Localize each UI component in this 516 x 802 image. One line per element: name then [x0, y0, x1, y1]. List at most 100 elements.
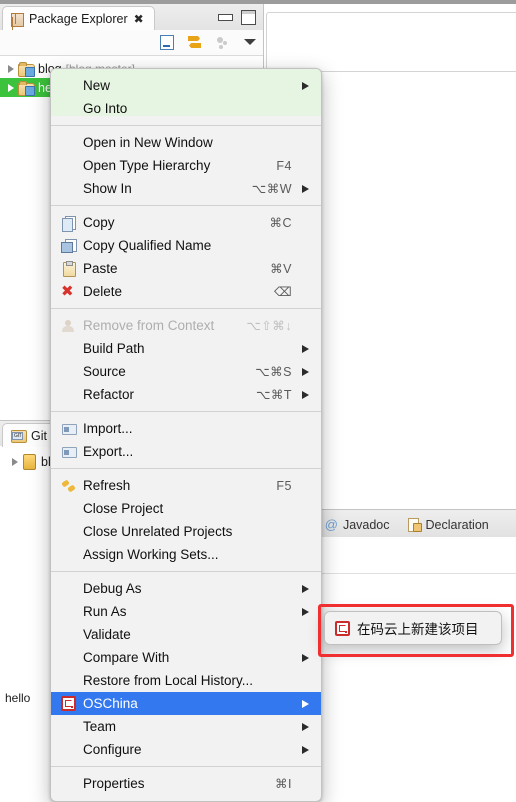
submenu-arrow-icon: [302, 344, 309, 353]
menu-item-label: Delete: [83, 284, 123, 299]
chevron-right-icon[interactable]: [12, 458, 18, 466]
maximize-icon[interactable]: [240, 9, 256, 25]
menu-item-new[interactable]: New: [51, 74, 321, 97]
menu-item-icon-placeholder: [61, 78, 81, 94]
menu-item-delete[interactable]: ✖ Delete ⌫: [51, 280, 321, 303]
submenu-arrow-icon: [302, 184, 309, 193]
menu-item-icon-placeholder: [61, 101, 81, 117]
menu-item-debug-as[interactable]: Debug As: [51, 577, 321, 600]
menu-item-properties[interactable]: Properties ⌘I: [51, 772, 321, 795]
menu-item-paste[interactable]: Paste ⌘V: [51, 257, 321, 280]
menu-item-configure[interactable]: Configure: [51, 738, 321, 761]
menu-item-close-unrelated-projects[interactable]: Close Unrelated Projects: [51, 520, 321, 543]
menu-item-icon-placeholder: [61, 547, 81, 563]
menu-item-icon-placeholder: [61, 673, 81, 689]
editor-panel[interactable]: [266, 12, 516, 72]
menu-item-team[interactable]: Team: [51, 715, 321, 738]
menu-item-source[interactable]: Source ⌥⌘S: [51, 360, 321, 383]
delete-icon: ✖: [61, 282, 74, 300]
menu-item-label: Source: [83, 364, 126, 379]
refresh-icon: [61, 478, 81, 494]
menu-separator: [51, 571, 321, 572]
menu-item-compare-with[interactable]: Compare With: [51, 646, 321, 669]
tab-declaration[interactable]: Declaration: [399, 512, 498, 537]
menu-item-shortcut: ⌥⌘S: [255, 365, 292, 379]
submenu-arrow-icon: [302, 722, 309, 731]
tab-javadoc[interactable]: @ Javadoc: [316, 512, 399, 537]
link-with-editor-icon[interactable]: [186, 33, 203, 50]
menu-item-open-in-new-window[interactable]: Open in New Window: [51, 131, 321, 154]
menu-separator: [51, 125, 321, 126]
menu-item-label: Import...: [83, 421, 133, 436]
menu-item-run-as[interactable]: Run As: [51, 600, 321, 623]
tab-package-explorer[interactable]: Package Explorer ✖: [2, 6, 155, 31]
menu-item-label: OSChina: [83, 696, 138, 711]
focus-on-active-task-icon[interactable]: [214, 33, 231, 50]
menu-item-copy-qualified-name[interactable]: Copy Qualified Name: [51, 234, 321, 257]
tab-package-explorer-label: Package Explorer: [29, 12, 128, 26]
oschina-icon: [61, 696, 81, 712]
menu-item-icon-placeholder: [61, 181, 81, 197]
menu-item-icon-placeholder: [61, 719, 81, 735]
menu-item-label: Assign Working Sets...: [83, 547, 219, 562]
menu-item-build-path[interactable]: Build Path: [51, 337, 321, 360]
menu-item-icon-placeholder: [61, 387, 81, 403]
menu-item-label: Show In: [83, 181, 132, 196]
paste-icon: [61, 260, 81, 277]
submenu-arrow-icon: [302, 607, 309, 616]
menu-item-label: Run As: [83, 604, 127, 619]
menu-item-shortcut: ⌥⇧⌘↓: [246, 319, 292, 333]
chevron-right-icon[interactable]: [8, 64, 14, 73]
context-menu: New Go Into Open in New Window Open Type Hi…: [50, 68, 322, 802]
git-repositories-icon: [11, 429, 27, 443]
menu-item-assign-working-sets[interactable]: Assign Working Sets...: [51, 543, 321, 566]
menu-item-validate[interactable]: Validate: [51, 623, 321, 646]
menu-item-export[interactable]: Export...: [51, 440, 321, 463]
status-bar-text: hello: [5, 691, 31, 705]
menu-item-label: Open in New Window: [83, 135, 213, 150]
menu-item-label: Configure: [83, 742, 142, 757]
repository-icon: [23, 454, 36, 470]
menu-separator: [51, 468, 321, 469]
menu-item-shortcut: ⌥⌘W: [251, 182, 292, 196]
declaration-icon: [407, 517, 422, 532]
close-icon[interactable]: ✖: [134, 13, 144, 25]
menu-item-icon-placeholder: [61, 158, 81, 174]
menu-separator: [51, 411, 321, 412]
menu-item-label: Close Unrelated Projects: [83, 524, 233, 539]
menu-item-icon-placeholder: [61, 627, 81, 643]
menu-item-icon-placeholder: [61, 742, 81, 758]
menu-separator: [51, 308, 321, 309]
menu-item-refactor[interactable]: Refactor ⌥⌘T: [51, 383, 321, 406]
chevron-right-icon[interactable]: [8, 83, 14, 92]
menu-item-label: Export...: [83, 444, 134, 459]
menu-item-restore-from-local-history[interactable]: Restore from Local History...: [51, 669, 321, 692]
tab-declaration-label: Declaration: [425, 517, 489, 532]
menu-item-shortcut: F4: [276, 158, 292, 173]
menu-item-show-in[interactable]: Show In ⌥⌘W: [51, 177, 321, 200]
menu-item-icon-placeholder: [61, 501, 81, 517]
menu-item-shortcut: ⌘V: [270, 262, 292, 276]
menu-item-import[interactable]: Import...: [51, 417, 321, 440]
project-folder-icon: [18, 61, 35, 77]
menu-item-label: Remove from Context: [83, 318, 215, 333]
submenu-item-create-project-on-gitee[interactable]: 在码云上新建该项目: [325, 616, 501, 640]
view-menu-icon[interactable]: [242, 33, 259, 50]
menu-item-go-into[interactable]: Go Into: [51, 97, 321, 120]
menu-item-close-project[interactable]: Close Project: [51, 497, 321, 520]
javadoc-at-icon: @: [324, 517, 338, 532]
minimize-icon[interactable]: [217, 9, 233, 24]
submenu-arrow-icon: [302, 653, 309, 662]
menu-item-oschina[interactable]: OSChina: [51, 692, 321, 715]
menu-separator: [51, 766, 321, 767]
package-explorer-toolbar: [0, 30, 263, 56]
menu-item-icon-placeholder: [61, 604, 81, 620]
package-explorer-tabrow: Package Explorer ✖: [0, 4, 263, 31]
collapse-all-icon[interactable]: [158, 33, 175, 50]
menu-item-open-type-hierarchy[interactable]: Open Type Hierarchy F4: [51, 154, 321, 177]
menu-item-copy[interactable]: Copy ⌘C: [51, 211, 321, 234]
submenu-arrow-icon: [302, 81, 309, 90]
menu-item-label: New: [83, 78, 111, 93]
menu-item-shortcut: ⌘I: [275, 777, 292, 791]
menu-item-refresh[interactable]: Refresh F5: [51, 474, 321, 497]
